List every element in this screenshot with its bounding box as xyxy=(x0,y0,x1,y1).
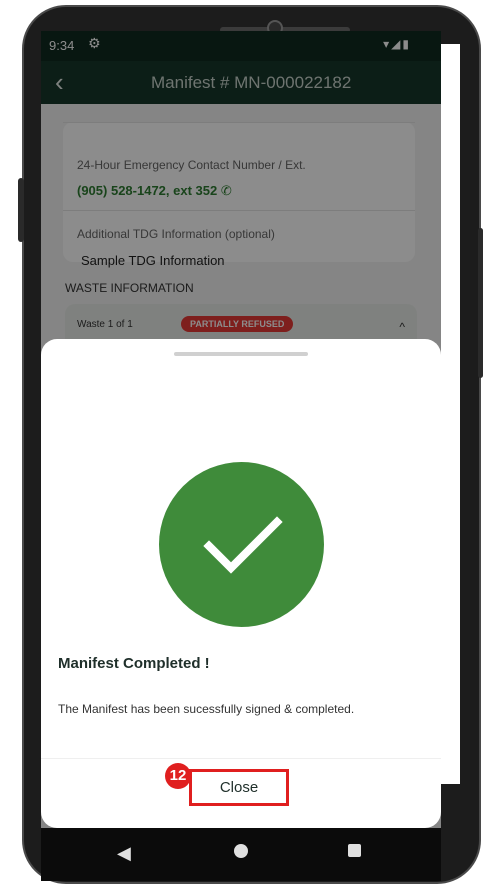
close-button[interactable]: Close xyxy=(189,769,289,806)
success-icon xyxy=(159,462,324,627)
screen-edge xyxy=(441,44,460,784)
nav-back-icon[interactable]: ◀ xyxy=(117,843,131,864)
volume-button xyxy=(18,178,24,242)
divider xyxy=(41,758,441,759)
step-marker: 12 xyxy=(165,763,191,789)
nav-recents-icon[interactable] xyxy=(348,844,361,857)
navigation-bar: ◀ xyxy=(41,828,441,881)
screen: 9:34 ⚙ ▾◢▮ ‹ Manifest # MN-000022182 24-… xyxy=(41,31,441,881)
power-button xyxy=(478,228,483,378)
drag-handle[interactable] xyxy=(174,352,308,356)
sheet-title: Manifest Completed ! xyxy=(58,655,210,672)
nav-home-icon[interactable] xyxy=(234,844,248,858)
sheet-message: The Manifest has been sucessfully signed… xyxy=(58,702,355,716)
completion-sheet: Manifest Completed ! The Manifest has be… xyxy=(41,339,441,828)
